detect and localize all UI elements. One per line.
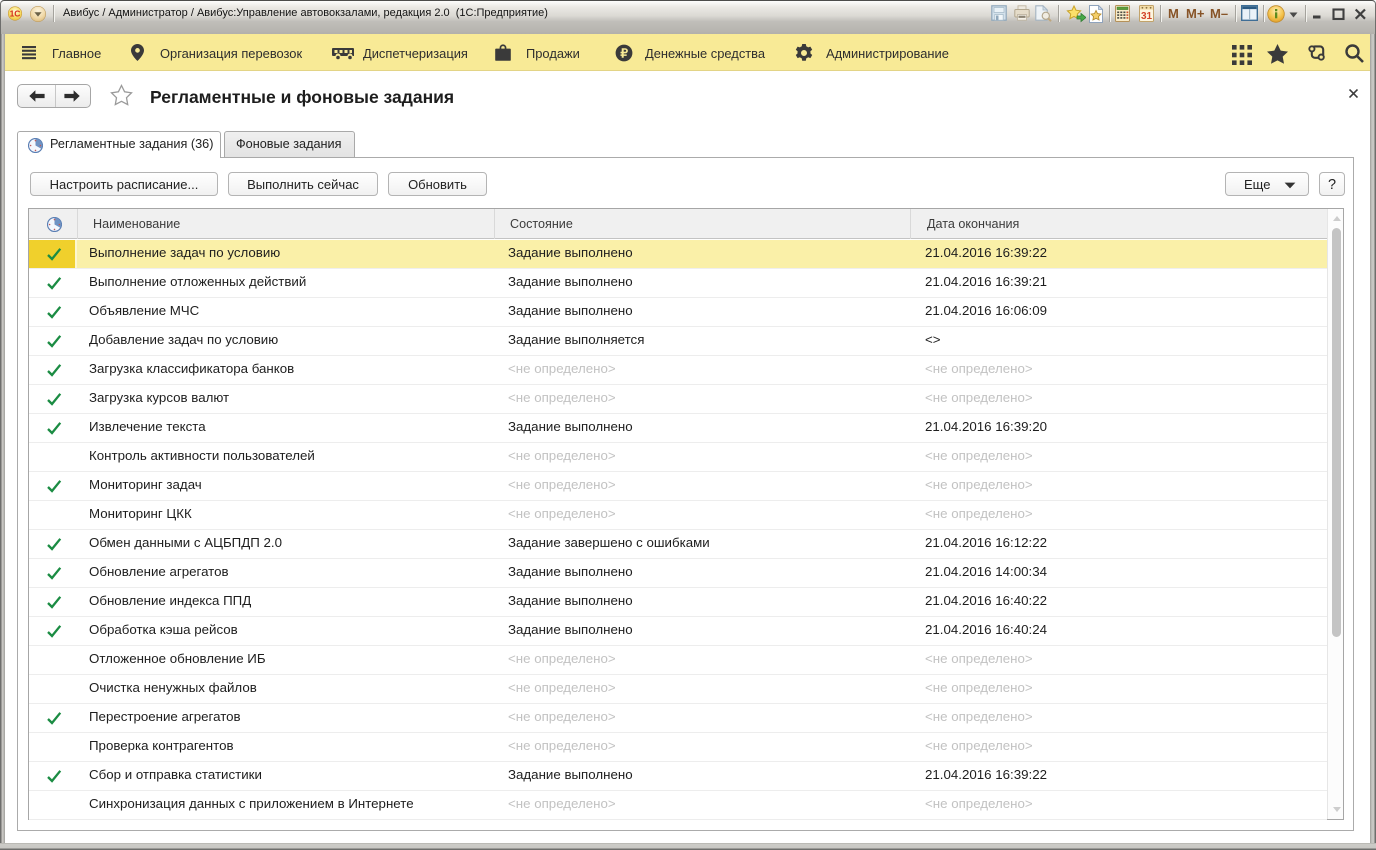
svg-text:1С: 1С bbox=[10, 9, 21, 19]
svg-text:31: 31 bbox=[1141, 11, 1153, 22]
